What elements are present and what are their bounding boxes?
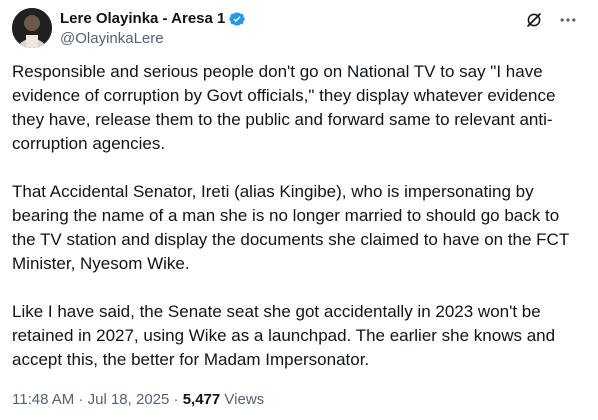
author-name-row[interactable]: Lere Olayinka - Aresa 1 [60, 10, 246, 28]
tweet-date[interactable]: Jul 18, 2025 [88, 391, 170, 408]
meta-separator: · [78, 391, 84, 408]
tweet-paragraph-3: Like I have said, the Senate seat she go… [12, 302, 556, 369]
tweet-text: Responsible and serious people don't go … [12, 60, 584, 396]
avatar[interactable] [12, 8, 52, 48]
tweet-paragraph-2: That Accidental Senator, Ireti (alias Ki… [12, 182, 569, 273]
tweet-paragraph-1: Responsible and serious people don't go … [12, 62, 556, 153]
tweet-time[interactable]: 11:48 AM [12, 391, 74, 408]
tweet: Lere Olayinka - Aresa 1 @OlayinkaLere Re… [0, 0, 598, 420]
views-count: 5,477 [182, 391, 221, 408]
grok-icon[interactable] [524, 10, 544, 30]
meta-separator-2: · [173, 391, 179, 408]
author-display-name[interactable]: Lere Olayinka - Aresa 1 [60, 10, 225, 28]
verified-badge-icon[interactable] [228, 10, 246, 28]
more-options-icon[interactable] [558, 10, 578, 30]
tweet-meta: 11:48 AM · Jul 18, 2025 · 5,477 Views [12, 390, 264, 410]
author-info: Lere Olayinka - Aresa 1 @OlayinkaLere [60, 10, 246, 48]
author-handle[interactable]: @OlayinkaLere [60, 30, 246, 48]
avatar-image [12, 8, 52, 48]
header-actions [524, 10, 578, 30]
views-label: Views [224, 391, 265, 408]
